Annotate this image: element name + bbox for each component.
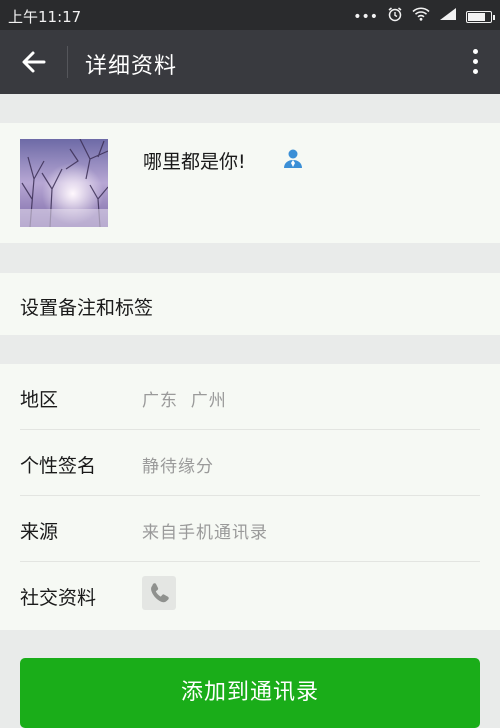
status-time: 上午11:17 <box>8 8 82 26</box>
title-divider <box>67 46 68 78</box>
more-dots-icon[interactable] <box>470 46 480 78</box>
back-arrow-icon[interactable] <box>20 48 48 76</box>
avatar[interactable] <box>20 139 108 227</box>
social-label: 社交资料 <box>20 587 97 609</box>
row-source: 来源 来自手机通讯录 <box>0 496 500 562</box>
details-section: 地区 广东 广州 个性签名 静待缘分 来源 来自手机通讯录 社交资料 <box>0 364 500 630</box>
male-gender-icon <box>282 147 304 169</box>
signal-icon <box>439 7 457 26</box>
add-to-contacts-button[interactable]: 添加到通讯录 <box>20 658 480 728</box>
alarm-icon <box>387 6 403 27</box>
more-notifications-icon: ••• <box>353 8 378 25</box>
title-bar: 详细资料 <box>0 30 500 94</box>
row-signature: 个性签名 静待缘分 <box>0 430 500 496</box>
set-remark-and-tags[interactable]: 设置备注和标签 <box>0 273 500 335</box>
wifi-icon <box>412 7 430 26</box>
region-value: 广东 广州 <box>142 391 227 411</box>
signature-value: 静待缘分 <box>142 457 214 477</box>
phone-icon[interactable] <box>142 576 176 610</box>
row-region: 地区 广东 广州 <box>0 364 500 430</box>
status-icons: ••• <box>353 6 495 27</box>
page-title: 详细资料 <box>85 54 178 79</box>
source-label: 来源 <box>20 521 59 543</box>
nickname: 哪里都是你! <box>143 151 246 173</box>
row-social[interactable]: 社交资料 <box>0 562 500 628</box>
signature-label: 个性签名 <box>20 455 97 477</box>
status-bar: 上午11:17 ••• <box>0 0 500 30</box>
region-label: 地区 <box>20 389 59 411</box>
source-value: 来自手机通讯录 <box>142 523 268 543</box>
remark-label: 设置备注和标签 <box>20 297 154 319</box>
profile-card: 哪里都是你! <box>0 123 500 243</box>
battery-icon <box>466 10 495 23</box>
